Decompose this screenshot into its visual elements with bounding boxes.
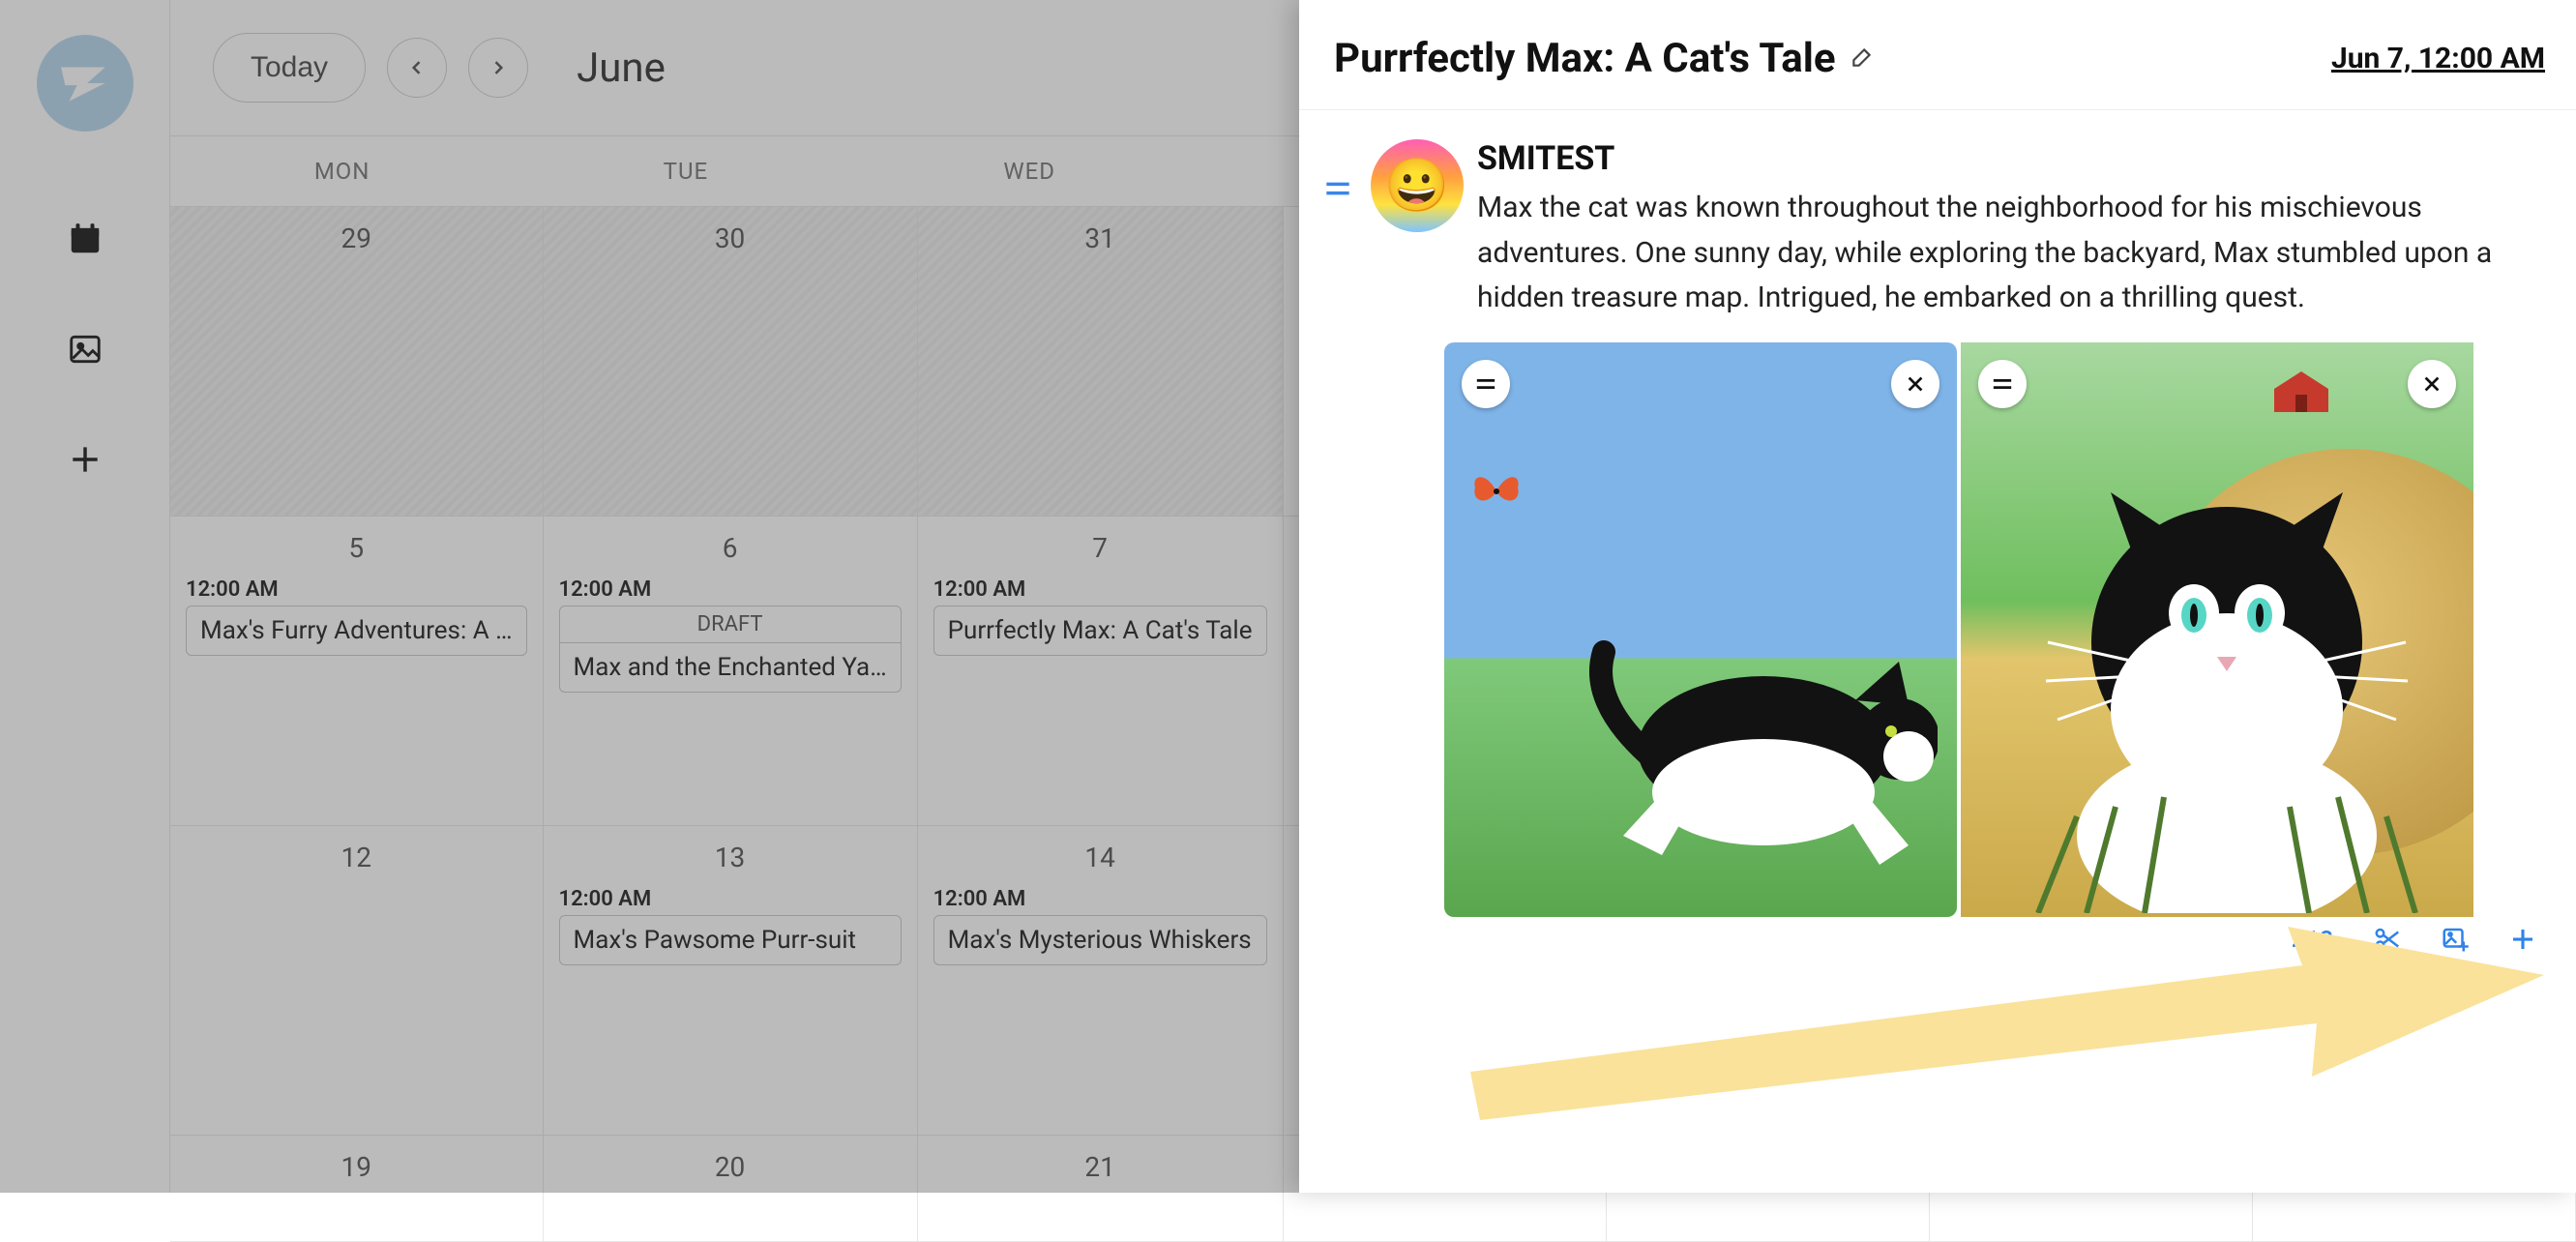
account-name: SMITEST: [1477, 139, 2545, 178]
char-count: 213: [2292, 926, 2334, 953]
tile-drag-icon[interactable]: [1978, 360, 2027, 408]
barn-icon: [2270, 370, 2332, 412]
scissors-icon[interactable]: [2373, 925, 2402, 954]
modal-backdrop[interactable]: [0, 0, 1299, 1193]
butterfly-icon: [1469, 468, 1524, 515]
panel-title: Purrfectly Max: A Cat's Tale: [1334, 35, 1836, 82]
tile-drag-icon[interactable]: [1462, 360, 1510, 408]
tile-remove-icon[interactable]: [2408, 360, 2456, 408]
edit-title-icon[interactable]: [1850, 44, 1875, 74]
media-attachments: [1444, 342, 2576, 917]
account-avatar: 😀: [1371, 139, 1464, 232]
tile-remove-icon[interactable]: [1891, 360, 1939, 408]
post-body: Max the cat was known throughout the nei…: [1477, 186, 2545, 321]
media-tile-1[interactable]: [1444, 342, 1957, 917]
media-add-icon[interactable]: [2441, 925, 2470, 954]
plus-icon[interactable]: [2508, 925, 2537, 954]
post-row: 😀 SMITEST Max the cat was known througho…: [1299, 110, 2576, 321]
drag-handle-icon[interactable]: [1318, 139, 1357, 321]
cat-illustration-2: [2019, 488, 2435, 913]
panel-date[interactable]: Jun 7, 12:00 AM: [2331, 42, 2545, 75]
media-tile-2[interactable]: [1961, 342, 2473, 917]
post-action-bar: 213: [2292, 925, 2537, 954]
cat-illustration-1: [1570, 546, 1938, 884]
panel-header: Purrfectly Max: A Cat's Tale Jun 7, 12:0…: [1299, 0, 2576, 110]
event-detail-panel: Purrfectly Max: A Cat's Tale Jun 7, 12:0…: [1299, 0, 2576, 1193]
